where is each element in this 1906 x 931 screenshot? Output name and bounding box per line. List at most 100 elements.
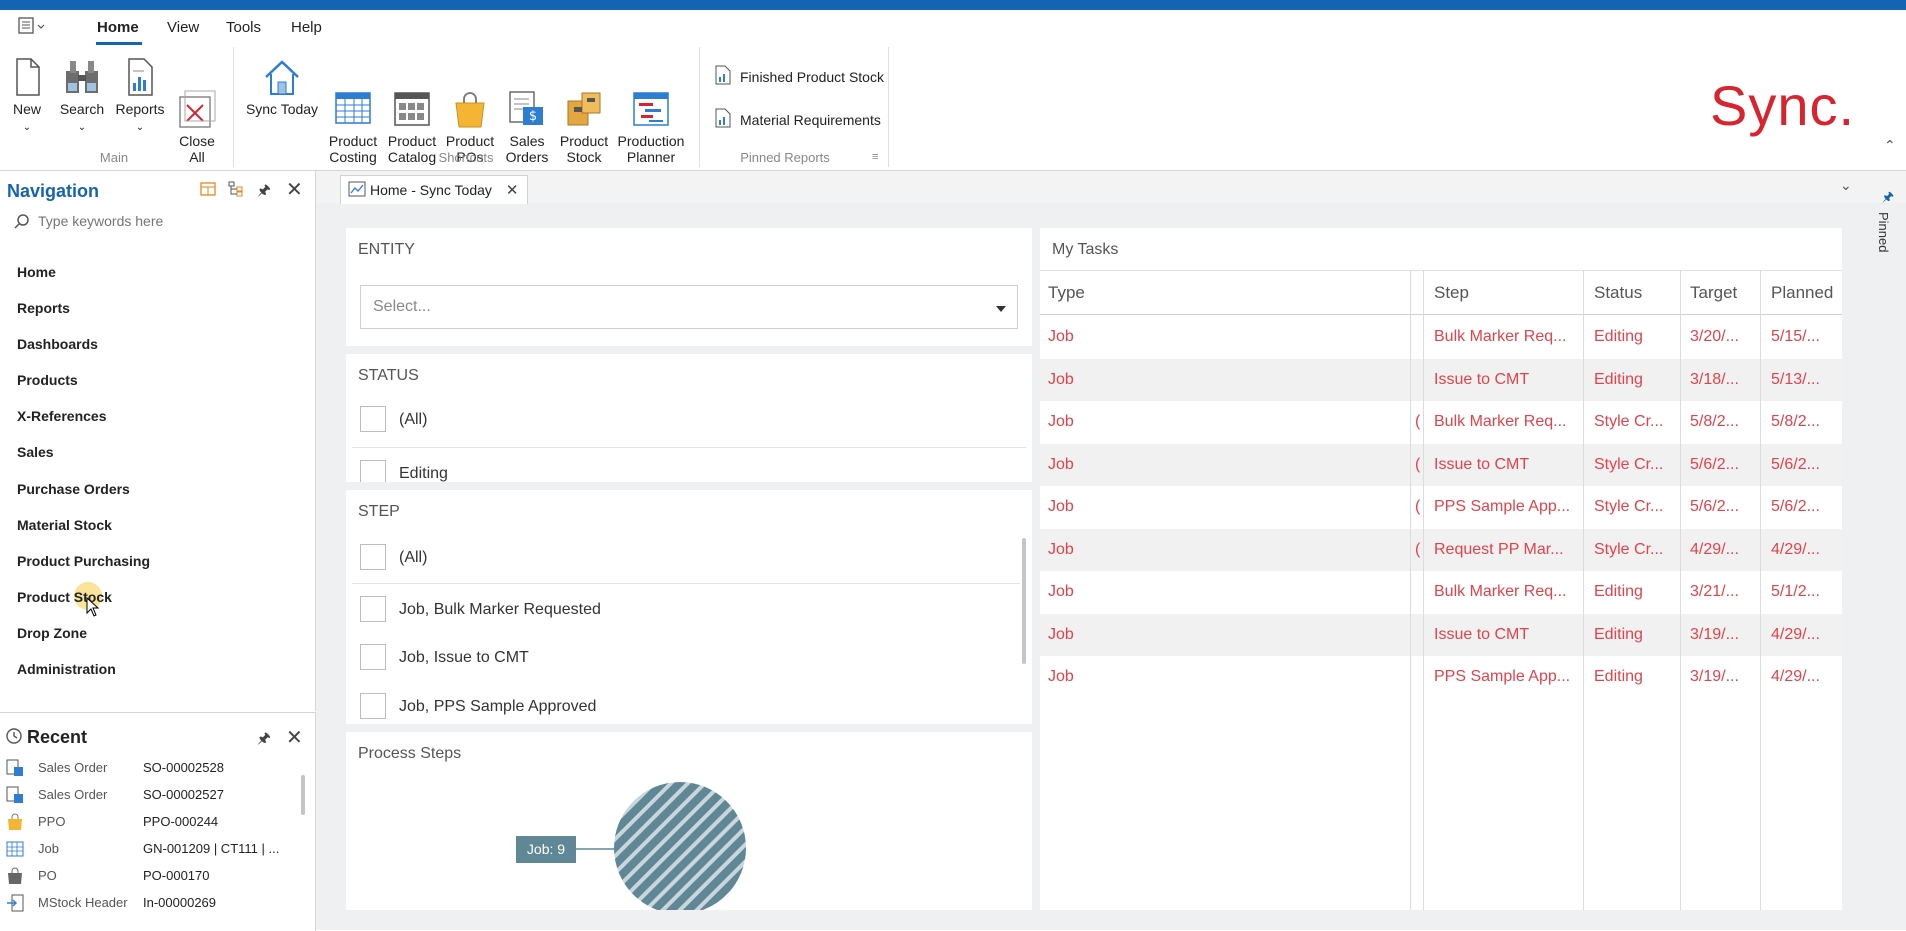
cell-type: Job: [1048, 668, 1074, 685]
menu-help[interactable]: Help: [291, 19, 322, 36]
nav-item-home[interactable]: Home: [17, 264, 56, 280]
nav-item-purchase-orders[interactable]: Purchase Orders: [17, 481, 130, 497]
app-menu-icon[interactable]: [18, 17, 48, 39]
sync-today-button[interactable]: Sync Today: [245, 57, 319, 117]
nav-tree-icon[interactable]: [228, 181, 244, 202]
product-costing-button[interactable]: Product Costing: [325, 57, 381, 165]
step-issue-cmt-checkbox[interactable]: [360, 644, 386, 670]
recent-row[interactable]: PPO PPO-000244: [0, 809, 295, 836]
table-row[interactable]: Job (Bulk Marker Req... Style Cr... 5/8/2..…: [1040, 401, 1842, 443]
tab-list-chevron-icon[interactable]: ⌄: [1840, 177, 1852, 194]
table-row[interactable]: Job (Request PP Mar... Style Cr... 4/29/...…: [1040, 528, 1842, 571]
tab-home-sync-today[interactable]: Home - Sync Today ✕: [340, 175, 528, 204]
pinned-finished-product-stock[interactable]: Finished Product Stock: [714, 65, 884, 88]
table-row[interactable]: Job (Issue to CMT Style Cr... 5/6/2... 5/6/2…: [1040, 443, 1842, 486]
column-header-status[interactable]: Status: [1594, 283, 1642, 303]
reports-button[interactable]: Reports ⌄: [114, 57, 166, 136]
cell-status: Editing: [1594, 625, 1643, 643]
recent-row[interactable]: MStock Header In-00000269: [0, 890, 295, 917]
entity-title: ENTITY: [358, 241, 415, 258]
production-planner-button[interactable]: Production Planner: [614, 57, 688, 165]
nav-item-reports[interactable]: Reports: [17, 300, 70, 316]
table-row[interactable]: Job Issue to CMT Editing 3/19/... 4/29/...: [1040, 613, 1842, 656]
collapse-ribbon-icon[interactable]: ⌃: [1884, 137, 1896, 154]
close-icon[interactable]: ✕: [286, 177, 303, 202]
close-tab-icon[interactable]: ✕: [506, 181, 519, 199]
report-icon: [714, 108, 732, 131]
cell-planned: 5/15/...: [1771, 328, 1820, 345]
step-scrollbar[interactable]: [1022, 538, 1026, 664]
column-header-type[interactable]: Type: [1048, 283, 1085, 303]
status-editing-checkbox[interactable]: [360, 460, 386, 482]
stock-in-icon: [6, 894, 24, 912]
new-button[interactable]: New ⌄: [6, 57, 48, 136]
column-header-step[interactable]: Step: [1434, 283, 1469, 303]
nav-item-sales[interactable]: Sales: [17, 444, 54, 460]
sales-orders-button[interactable]: $ Sales Orders: [502, 57, 552, 165]
nav-item-drop-zone[interactable]: Drop Zone: [17, 625, 87, 641]
group-options-icon[interactable]: ≡: [872, 151, 878, 163]
sales-orders-icon: $: [507, 73, 547, 125]
menu-view[interactable]: View: [167, 19, 199, 36]
table-row[interactable]: Job Bulk Marker Req... Editing 3/21/... 5/1/…: [1040, 571, 1842, 613]
column-header-planned[interactable]: Planned: [1771, 283, 1833, 303]
menu-tools[interactable]: Tools: [226, 19, 261, 36]
shopping-bag-icon: [6, 813, 24, 831]
nav-item-material-stock[interactable]: Material Stock: [17, 517, 112, 533]
pin-icon[interactable]: 🖈: [257, 728, 271, 753]
product-pos-button[interactable]: Product POs: [444, 57, 496, 165]
pinned-material-requirements[interactable]: Material Requirements: [714, 108, 881, 131]
step-pps-sample-checkbox[interactable]: [360, 693, 386, 719]
cell-mid: (: [1415, 455, 1421, 473]
nav-item-product-purchasing[interactable]: Product Purchasing: [17, 553, 150, 569]
sales-order-icon: [6, 786, 24, 804]
group-separator: [888, 47, 889, 167]
cell-target: 3/21/...: [1690, 583, 1739, 600]
pin-icon[interactable]: 🖈: [257, 180, 271, 205]
table-row[interactable]: Job (PPS Sample App... Style Cr... 5/6/2...…: [1040, 486, 1842, 528]
step-bulk-marker-checkbox[interactable]: [360, 596, 386, 622]
navigation-search-input[interactable]: [36, 209, 300, 233]
product-catalog-button[interactable]: Product Catalog: [384, 57, 440, 165]
search-button[interactable]: Search ⌄: [58, 57, 106, 136]
product-stock-button[interactable]: Product Stock: [558, 57, 610, 165]
navigation-title: Navigation: [7, 181, 100, 201]
table-row[interactable]: Job Issue to CMT Editing 3/18/... 5/13/...: [1040, 358, 1842, 401]
process-steps-chart: [576, 782, 746, 910]
table-row[interactable]: Job PPS Sample App... Editing 3/19/... 4/29/…: [1040, 656, 1842, 698]
close-all-button[interactable]: Close All: [176, 57, 218, 165]
binoculars-icon: [62, 57, 102, 97]
nav-item-products[interactable]: Products: [17, 372, 78, 388]
nav-layout-icon[interactable]: [200, 181, 216, 202]
step-card: STEP (All) Job, Bulk Marker Requested Jo…: [346, 490, 1032, 724]
cell-mid: (: [1415, 540, 1421, 558]
sync-logo: Sync.: [1710, 74, 1856, 137]
recent-row[interactable]: Sales Order SO-00002527: [0, 782, 295, 809]
recent-scrollbar[interactable]: [301, 775, 305, 815]
cell-status: Style Cr...: [1594, 498, 1664, 515]
column-divider: [1760, 270, 1761, 910]
pie-slice-job[interactable]: [614, 782, 746, 910]
pinned-rail[interactable]: 🖈 Pinned: [1876, 188, 1900, 252]
recent-row[interactable]: Sales Order SO-00002528: [0, 755, 295, 782]
column-divider: [1583, 270, 1584, 910]
home-icon: [262, 57, 302, 97]
menu-home[interactable]: Home: [97, 19, 139, 36]
table-row[interactable]: Job Bulk Marker Req... Editing 3/20/... 5/15…: [1040, 316, 1842, 358]
status-all-checkbox[interactable]: [360, 406, 386, 432]
entity-select[interactable]: Select...: [360, 285, 1018, 329]
nav-item-x-references[interactable]: X-References: [17, 408, 107, 424]
cell-type: Job: [1048, 540, 1074, 558]
nav-item-dashboards[interactable]: Dashboards: [17, 336, 98, 352]
close-icon[interactable]: ✕: [286, 725, 303, 750]
recent-row[interactable]: Job GN-001209 | CT111 | ...: [0, 836, 295, 863]
column-header-target[interactable]: Target: [1690, 283, 1737, 303]
step-all-checkbox[interactable]: [360, 544, 386, 570]
nav-item-administration[interactable]: Administration: [17, 661, 116, 677]
cell-target: 4/29/...: [1690, 540, 1739, 558]
cell-status: Editing: [1594, 668, 1643, 685]
cell-target: 5/6/2...: [1690, 498, 1739, 515]
cell-type: Job: [1048, 370, 1074, 388]
recent-row[interactable]: PO PO-000170: [0, 863, 295, 890]
entity-select-placeholder: Select...: [373, 298, 431, 315]
